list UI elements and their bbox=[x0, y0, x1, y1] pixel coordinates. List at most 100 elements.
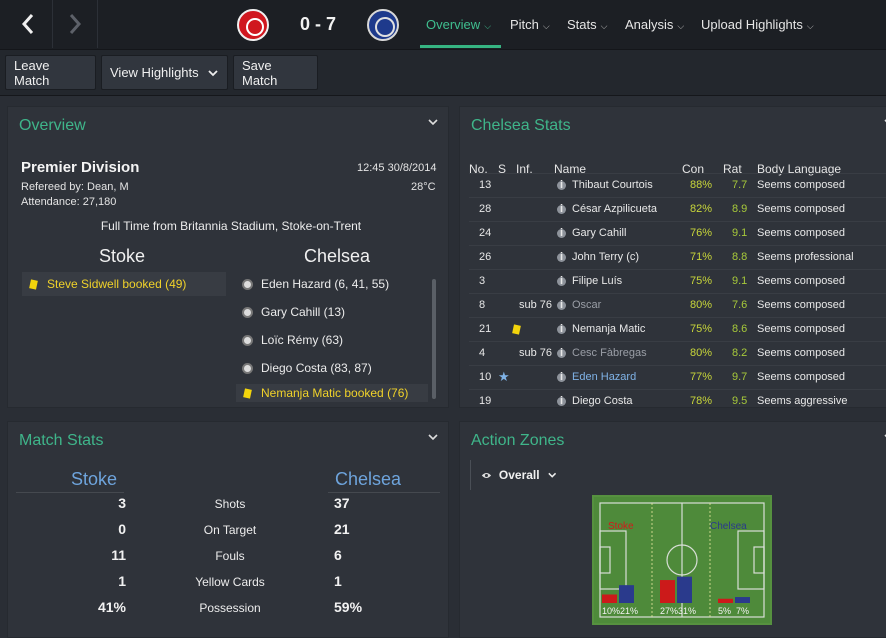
table-row[interactable]: 26 i John Terry (c) 71% 8.8 Seems professiona… bbox=[469, 245, 886, 269]
player-condition: 75% bbox=[690, 275, 713, 287]
away-zone-percent: 7% bbox=[736, 606, 749, 616]
away-zone-bar bbox=[677, 576, 692, 603]
info-icon[interactable]: i bbox=[557, 372, 566, 383]
chevron-down-icon[interactable] bbox=[428, 117, 438, 127]
player-number: 19 bbox=[479, 395, 492, 407]
player-name[interactable]: Gary Cahill bbox=[572, 227, 626, 239]
player-number: 13 bbox=[479, 179, 492, 191]
home-stat-value: 0 bbox=[118, 521, 126, 537]
table-row[interactable]: 4 sub 76 i Cesc Fàbregas 80% 8.2 Seems compose… bbox=[469, 341, 886, 365]
info-icon[interactable]: i bbox=[557, 228, 566, 239]
football-icon bbox=[242, 362, 253, 374]
info-icon[interactable]: i bbox=[557, 252, 566, 263]
chevron-down-icon bbox=[547, 472, 556, 478]
leave-match-button[interactable]: Leave Match bbox=[5, 55, 96, 90]
tab-analysis[interactable]: Analysis ⌵ bbox=[625, 17, 684, 32]
action-zones-panel: Action Zones Overall Stoke Chelsea 10% 21… bbox=[459, 421, 886, 638]
tab-overview[interactable]: Overview ⌵ bbox=[426, 17, 491, 32]
away-zone-percent: 31% bbox=[678, 606, 696, 616]
tab-upload-highlights[interactable]: Upload Highlights ⌵ bbox=[701, 17, 814, 32]
player-name[interactable]: Filipe Luís bbox=[572, 275, 622, 287]
stat-row: 3 Shots 37 bbox=[8, 490, 454, 516]
info-icon[interactable]: i bbox=[557, 276, 566, 287]
chevron-left-icon bbox=[21, 14, 34, 34]
player-name[interactable]: Eden Hazard bbox=[572, 371, 636, 383]
table-row[interactable]: 28 i César Azpilicueta 82% 8.9 Seems composed bbox=[469, 197, 886, 221]
body-language: Seems composed bbox=[757, 227, 846, 239]
home-zone-percent: 5% bbox=[718, 606, 731, 616]
stoke-badge-icon[interactable] bbox=[237, 9, 269, 41]
stat-label: On Target bbox=[203, 523, 257, 537]
player-rating: 9.7 bbox=[732, 371, 748, 383]
body-language: Seems composed bbox=[757, 179, 846, 191]
stat-label: Shots bbox=[214, 497, 246, 511]
forward-button[interactable] bbox=[52, 0, 98, 48]
body-language: Seems composed bbox=[757, 299, 846, 311]
info-icon[interactable]: i bbox=[557, 348, 566, 359]
football-icon bbox=[242, 334, 253, 346]
table-row[interactable]: 24 i Gary Cahill 76% 9.1 Seems composed bbox=[469, 221, 886, 245]
player-rating: 9.1 bbox=[732, 275, 748, 287]
player-name[interactable]: Thibaut Courtois bbox=[572, 179, 653, 191]
away-zone-label: Chelsea bbox=[710, 521, 747, 532]
info-icon[interactable]: i bbox=[557, 180, 566, 191]
home-zone-label: Stoke bbox=[608, 521, 634, 532]
away-stat-value: 6 bbox=[334, 547, 342, 563]
player-condition: 82% bbox=[690, 203, 713, 215]
player-name[interactable]: John Terry (c) bbox=[572, 251, 639, 263]
table-row[interactable]: 8 sub 76 i Oscar 80% 7.6 Seems composed bbox=[469, 293, 886, 317]
tab-pitch[interactable]: Pitch ⌵ bbox=[510, 17, 550, 32]
info-icon[interactable]: i bbox=[557, 300, 566, 311]
home-event-booking: Steve Sidwell booked (49) bbox=[22, 272, 226, 296]
player-rating: 8.6 bbox=[732, 323, 748, 335]
pitch-diagram: Stoke Chelsea 10% 21% 27% 31% 5% 7% bbox=[599, 502, 765, 618]
player-name[interactable]: Oscar bbox=[572, 299, 601, 311]
away-event-goal: Loïc Rémy (63) bbox=[236, 328, 428, 352]
info-icon[interactable]: i bbox=[557, 204, 566, 215]
body-language: Seems composed bbox=[757, 203, 846, 215]
player-condition: 76% bbox=[690, 227, 713, 239]
player-rating: 7.7 bbox=[732, 179, 748, 191]
player-name[interactable]: Diego Costa bbox=[572, 395, 633, 407]
player-rating: 7.6 bbox=[732, 299, 748, 311]
competition-name: Premier Division bbox=[21, 159, 140, 176]
player-number: 28 bbox=[479, 203, 492, 215]
away-stat-value: 1 bbox=[334, 573, 342, 589]
table-row[interactable]: 10 ★ i Eden Hazard 77% 9.7 Seems composed bbox=[469, 365, 886, 389]
home-zone-bar bbox=[718, 598, 733, 603]
table-row[interactable]: 3 i Filipe Luís 75% 9.1 Seems composed bbox=[469, 269, 886, 293]
table-row[interactable]: 21 i Nemanja Matic 75% 8.6 Seems composed bbox=[469, 317, 886, 341]
away-zone-percent: 21% bbox=[620, 606, 638, 616]
info-icon[interactable]: i bbox=[557, 324, 566, 335]
table-row[interactable]: 13 i Thibaut Courtois 88% 7.7 Seems composed bbox=[469, 173, 886, 197]
chelsea-badge-icon[interactable] bbox=[367, 9, 399, 41]
table-row[interactable]: 19 i Diego Costa 78% 9.5 Seems aggressive bbox=[469, 389, 886, 407]
back-button[interactable] bbox=[4, 0, 52, 48]
yellow-card-icon bbox=[29, 278, 38, 290]
away-team-name: Chelsea bbox=[304, 246, 371, 266]
stat-row: 1 Yellow Cards 1 bbox=[8, 568, 454, 594]
tab-stats[interactable]: Stats ⌵ bbox=[567, 17, 607, 32]
player-name[interactable]: Nemanja Matic bbox=[572, 323, 645, 335]
player-number: 24 bbox=[479, 227, 492, 239]
player-name[interactable]: Cesc Fàbregas bbox=[572, 347, 647, 359]
player-condition: 80% bbox=[690, 347, 713, 359]
info-icon[interactable]: i bbox=[557, 396, 566, 407]
match-score: 0 - 7 bbox=[299, 14, 337, 34]
chevron-down-icon[interactable] bbox=[428, 432, 438, 442]
star-icon: ★ bbox=[498, 369, 510, 384]
zones-filter-dropdown[interactable]: Overall bbox=[470, 460, 556, 490]
away-event-booking: Nemanja Matic booked (76) bbox=[236, 384, 428, 402]
venue: Full Time from Britannia Stadium, Stoke-… bbox=[100, 219, 362, 233]
sub-info: sub 76 bbox=[519, 299, 553, 311]
scrollbar[interactable] bbox=[432, 279, 436, 399]
save-match-button[interactable]: Save Match bbox=[233, 55, 318, 90]
player-name[interactable]: César Azpilicueta bbox=[572, 203, 657, 215]
player-rating: 9.5 bbox=[732, 395, 748, 407]
chevron-down-icon: ⌵ bbox=[806, 21, 814, 31]
body-language: Seems professional bbox=[757, 251, 854, 263]
match-datetime: 12:45 30/8/2014 bbox=[357, 162, 437, 174]
body-language: Seems composed bbox=[757, 347, 846, 359]
view-highlights-dropdown[interactable]: View Highlights bbox=[101, 55, 228, 90]
away-stat-value: 37 bbox=[334, 495, 350, 511]
